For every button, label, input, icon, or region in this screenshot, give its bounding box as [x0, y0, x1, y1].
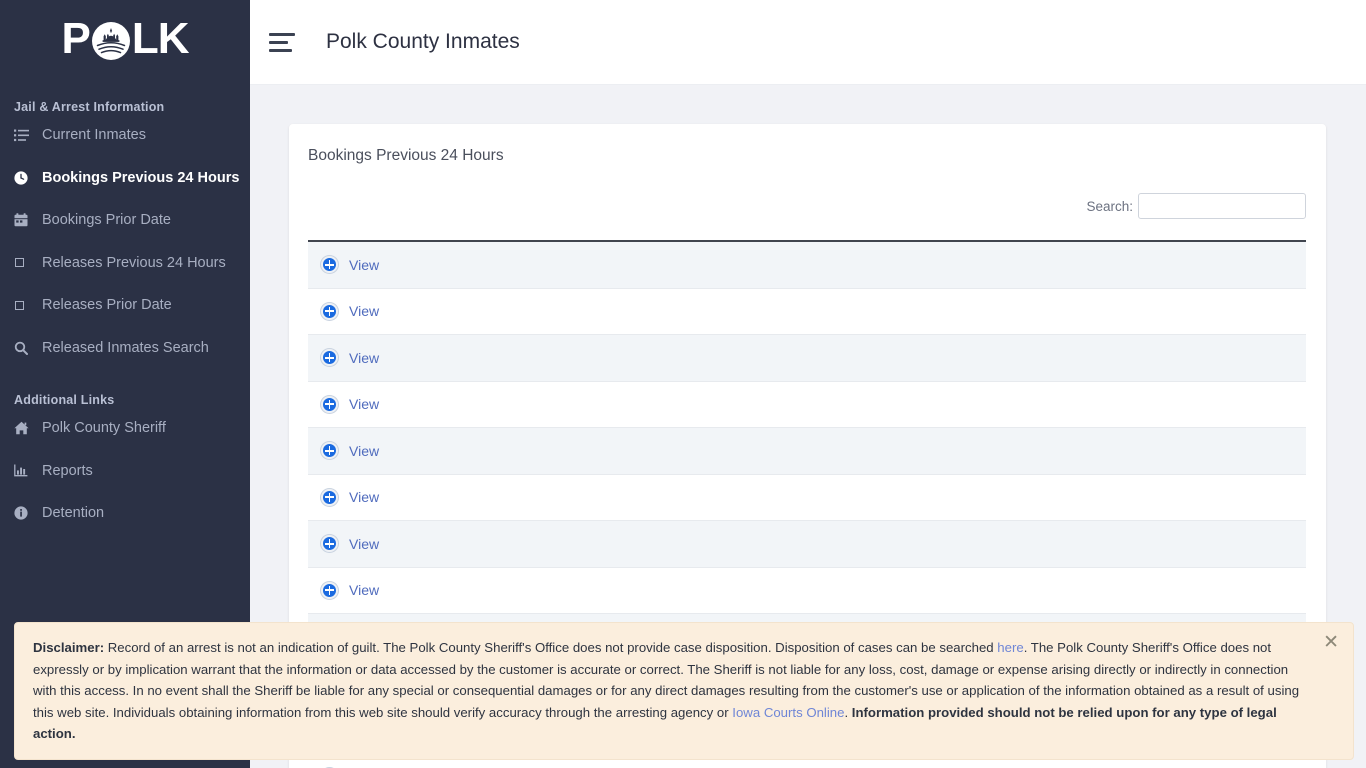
table-row[interactable]: View — [308, 242, 1306, 289]
table-row[interactable]: View — [308, 567, 1306, 614]
view-link[interactable]: View — [349, 489, 379, 505]
plus-circle-icon[interactable] — [321, 256, 338, 274]
view-link[interactable]: View — [349, 582, 379, 598]
card-title: Bookings Previous 24 Hours — [308, 147, 504, 164]
view-link[interactable]: View — [349, 536, 379, 552]
sidebar-item-label: Released Inmates Search — [42, 339, 209, 356]
view-link[interactable]: View — [349, 303, 379, 319]
sidebar-item-label: Detention — [42, 505, 105, 522]
list-icon — [14, 129, 36, 142]
sidebar-item-detention[interactable]: Detention — [0, 492, 250, 535]
plus-circle-icon[interactable] — [321, 535, 338, 553]
sidebar-item-releases-prior-date[interactable]: Releases Prior Date — [0, 284, 250, 327]
home-icon — [14, 421, 36, 435]
view-link[interactable]: View — [349, 443, 379, 459]
sidebar-item-label: Bookings Previous 24 Hours — [42, 169, 240, 186]
hamburger-menu-icon[interactable] — [269, 32, 297, 52]
search-input[interactable] — [1138, 193, 1306, 219]
close-icon[interactable]: ✕ — [1323, 633, 1339, 652]
plus-circle-icon[interactable] — [321, 442, 338, 460]
table-row[interactable]: View — [308, 288, 1306, 335]
plus-circle-icon[interactable] — [321, 395, 338, 413]
view-link[interactable]: View — [349, 257, 379, 273]
sidebar-item-label: Releases Previous 24 Hours — [42, 254, 226, 271]
table-row[interactable]: View — [308, 381, 1306, 428]
logo[interactable]: P LK — [0, 0, 250, 72]
missing-glyph-box-icon — [14, 258, 36, 268]
bar-chart-icon — [14, 464, 36, 477]
sidebar-item-label: Releases Prior Date — [42, 297, 172, 314]
sidebar-item-label: Polk County Sheriff — [42, 420, 166, 437]
search-icon — [14, 341, 36, 355]
plus-circle-icon[interactable] — [321, 349, 338, 367]
plus-circle-icon[interactable] — [321, 581, 338, 599]
logo-text-post: LK — [131, 14, 190, 63]
calendar-icon — [14, 213, 36, 227]
disclaimer-part3: . — [844, 704, 852, 720]
info-circle-icon — [14, 506, 36, 520]
table-row[interactable]: View — [308, 474, 1306, 521]
sidebar-item-polk-county-sheriff[interactable]: Polk County Sheriff — [0, 407, 250, 450]
view-link[interactable]: View — [349, 396, 379, 412]
plus-circle-icon[interactable] — [321, 488, 338, 506]
disclaimer-link-here[interactable]: here — [997, 640, 1023, 655]
plus-circle-icon[interactable] — [321, 302, 338, 320]
sidebar-item-bookings-prior-date[interactable]: Bookings Prior Date — [0, 199, 250, 242]
table-row[interactable]: View — [308, 428, 1306, 475]
table-row[interactable]: View — [308, 335, 1306, 382]
logo-text-pre: P — [61, 14, 90, 63]
search-label: Search: — [1086, 198, 1133, 214]
sidebar-item-label: Bookings Prior Date — [42, 212, 171, 229]
disclaimer-part1: Record of an arrest is not an indication… — [104, 640, 998, 656]
sidebar-section-title-additional-links: Additional Links — [14, 393, 115, 407]
disclaimer-lead: Disclaimer: — [33, 640, 105, 656]
view-link[interactable]: View — [349, 350, 379, 366]
clock-icon — [14, 171, 36, 185]
sidebar-item-released-inmates-search[interactable]: Released Inmates Search — [0, 327, 250, 370]
sidebar-item-label: Reports — [42, 462, 93, 479]
search-row: Search: — [289, 165, 1326, 219]
disclaimer-link-iowa-courts-online[interactable]: Iowa Courts Online — [732, 705, 844, 720]
topbar: Polk County Inmates — [250, 0, 1366, 85]
missing-glyph-box-icon — [14, 300, 36, 310]
sidebar-item-bookings-previous-24-hours[interactable]: Bookings Previous 24 Hours — [0, 157, 250, 200]
capitol-dome-seal-icon — [91, 21, 131, 61]
sidebar-item-releases-previous-24-hours[interactable]: Releases Previous 24 Hours — [0, 242, 250, 285]
sidebar-item-reports[interactable]: Reports — [0, 450, 250, 493]
page-title: Polk County Inmates — [326, 30, 520, 53]
table-row[interactable]: View — [308, 521, 1306, 568]
sidebar-item-current-inmates[interactable]: Current Inmates — [0, 114, 250, 157]
sidebar-item-label: Current Inmates — [42, 127, 146, 144]
sidebar-section-title-jail-arrest: Jail & Arrest Information — [14, 100, 165, 114]
disclaimer-banner: ✕ Disclaimer: Record of an arrest is not… — [14, 622, 1354, 760]
